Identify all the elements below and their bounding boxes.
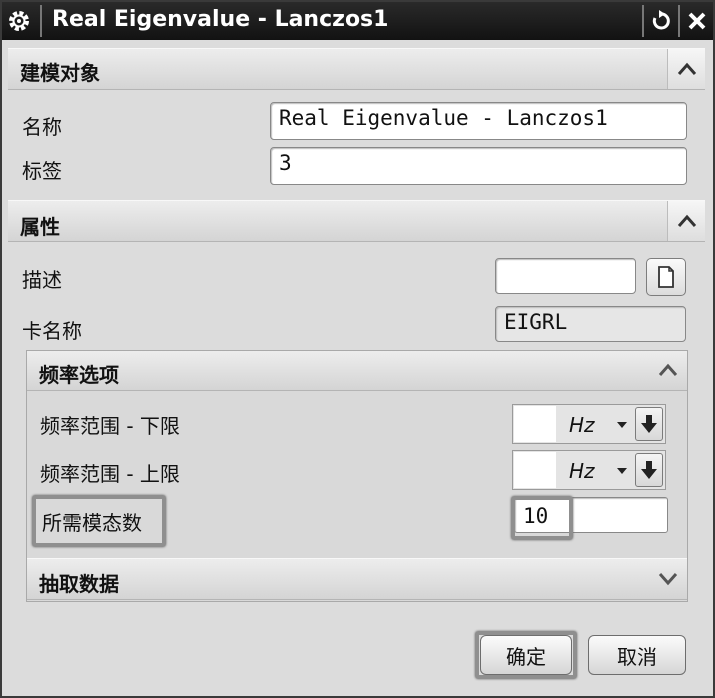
cancel-button[interactable]: 取消	[588, 635, 686, 675]
frequency-lower-label: 频率范围 - 下限	[40, 414, 180, 438]
chevron-up-icon[interactable]	[649, 351, 687, 389]
chevron-down-icon[interactable]	[649, 559, 687, 599]
frequency-upper-unit: Hz	[569, 459, 595, 483]
caret-down-icon[interactable]	[617, 422, 627, 428]
tag-input[interactable]: 3	[270, 147, 687, 185]
name-label: 名称	[22, 115, 62, 139]
frequency-upper-input[interactable]: Hz	[512, 450, 666, 490]
name-input-value: Real Eigenvalue - Lanczos1	[279, 106, 608, 130]
title-separator	[40, 5, 42, 37]
description-input[interactable]	[495, 258, 636, 294]
modes-value-highlight	[511, 496, 573, 540]
card-name-label: 卡名称	[22, 319, 82, 343]
close-icon[interactable]	[682, 5, 712, 37]
document-icon[interactable]	[646, 258, 686, 296]
title-separator	[678, 5, 680, 37]
arrow-down-icon[interactable]	[635, 407, 663, 441]
properties-section-header[interactable]: 属性	[8, 200, 705, 242]
modeling-object-header-label: 建模对象	[20, 61, 100, 85]
tag-input-value: 3	[279, 151, 292, 175]
frequency-options-section-header[interactable]: 频率选项	[27, 351, 687, 391]
extract-data-header-label: 抽取数据	[39, 572, 119, 596]
chevron-up-icon[interactable]	[667, 201, 705, 241]
dialog-title: Real Eigenvalue - Lanczos1	[52, 7, 389, 32]
caret-down-icon[interactable]	[617, 468, 627, 474]
title-bar: Real Eigenvalue - Lanczos1	[2, 2, 713, 40]
description-label: 描述	[22, 268, 62, 292]
frequency-upper-value[interactable]	[514, 452, 556, 488]
frequency-options-header-label: 频率选项	[39, 363, 119, 387]
card-name-value: EIGRL	[504, 310, 568, 334]
modes-label: 所需模态数	[42, 511, 142, 535]
modeling-object-section-header[interactable]: 建模对象	[8, 48, 705, 90]
tag-label: 标签	[22, 159, 62, 183]
real-eigenvalue-dialog: Real Eigenvalue - Lanczos1 建模对象 名称 Real …	[0, 0, 715, 698]
frequency-lower-unit: Hz	[569, 413, 595, 437]
chevron-up-icon[interactable]	[667, 49, 705, 89]
frequency-lower-value[interactable]	[514, 406, 556, 442]
frequency-upper-label: 频率范围 - 上限	[40, 462, 180, 486]
title-separator	[642, 5, 644, 37]
properties-header-label: 属性	[20, 215, 60, 239]
gear-icon[interactable]	[6, 8, 32, 34]
card-name-field: EIGRL	[495, 306, 686, 342]
extract-data-section-header[interactable]: 抽取数据	[27, 558, 687, 600]
arrow-down-icon[interactable]	[635, 453, 663, 487]
name-input[interactable]: Real Eigenvalue - Lanczos1	[270, 102, 687, 140]
frequency-lower-input[interactable]: Hz	[512, 404, 666, 444]
reset-icon[interactable]	[646, 5, 676, 37]
ok-button[interactable]: 确定	[480, 635, 572, 675]
